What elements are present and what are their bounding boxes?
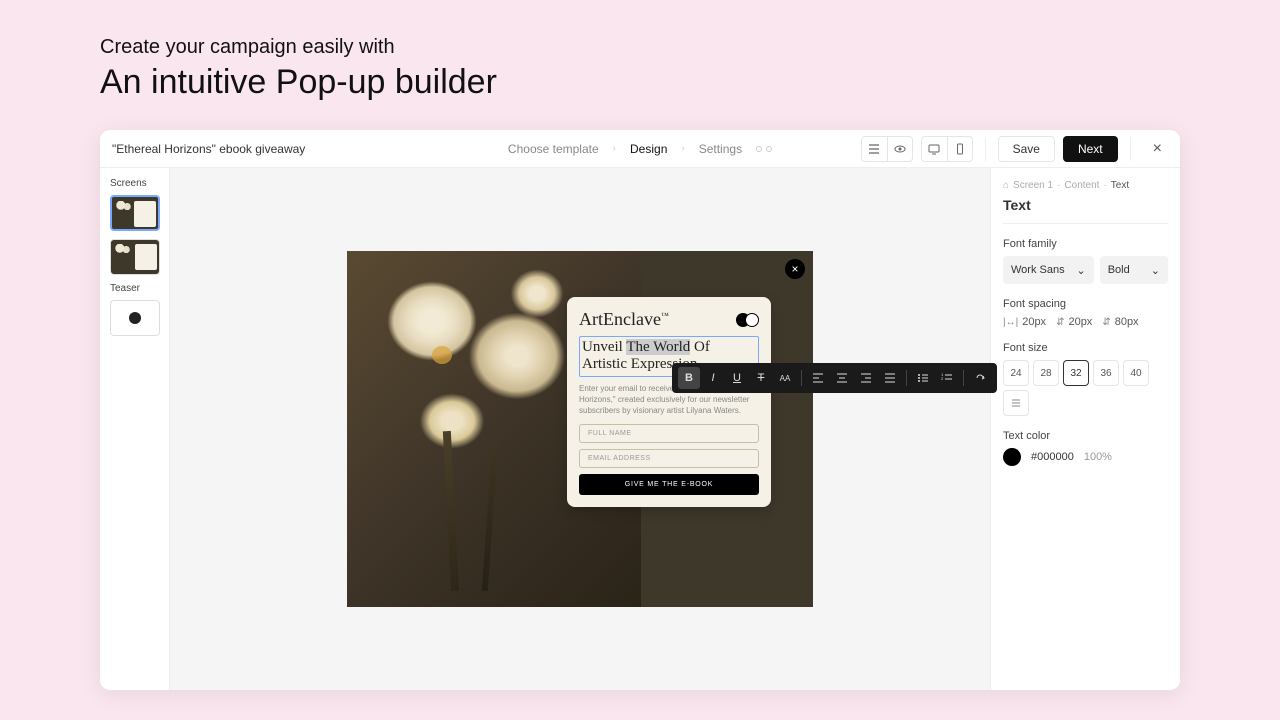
numbered-list-icon[interactable]: 12 bbox=[936, 367, 958, 389]
font-family-label: Font family bbox=[1003, 238, 1168, 250]
font-size-40[interactable]: 40 bbox=[1123, 360, 1149, 386]
teaser-label: Teaser bbox=[110, 283, 159, 294]
cta-button[interactable]: GIVE ME THE E-BOOK bbox=[579, 474, 759, 495]
letter-spacing-input[interactable]: |↔|20px bbox=[1003, 316, 1046, 328]
chevron-right-icon: › bbox=[613, 143, 616, 154]
inspector-panel: ⌂ Screen 1· Content· Text Text Font fami… bbox=[990, 168, 1180, 690]
paragraph-spacing-icon: ⇵ bbox=[1102, 317, 1110, 328]
email-input[interactable]: EMAIL ADDRESS bbox=[579, 449, 759, 468]
home-icon[interactable]: ⌂ bbox=[1003, 180, 1009, 191]
letter-spacing-icon: |↔| bbox=[1003, 317, 1018, 328]
chevron-right-icon: › bbox=[681, 143, 684, 154]
step-design[interactable]: Design bbox=[630, 142, 667, 156]
color-swatch[interactable] bbox=[1003, 448, 1021, 466]
font-size-36[interactable]: 36 bbox=[1093, 360, 1119, 386]
desktop-icon[interactable] bbox=[921, 136, 947, 162]
topbar: "Ethereal Horizons" ebook giveaway Choos… bbox=[100, 130, 1180, 168]
step-choose-template[interactable]: Choose template bbox=[508, 142, 599, 156]
campaign-name: "Ethereal Horizons" ebook giveaway bbox=[112, 142, 305, 156]
text-color-label: Text color bbox=[1003, 430, 1168, 442]
next-button[interactable]: Next bbox=[1063, 136, 1118, 162]
teaser-thumb[interactable] bbox=[110, 300, 160, 336]
breadcrumb: ⌂ Screen 1· Content· Text bbox=[1003, 180, 1168, 191]
line-height-icon: ⇵ bbox=[1056, 317, 1064, 328]
italic-icon[interactable]: I bbox=[702, 367, 724, 389]
font-size-label: Font size bbox=[1003, 342, 1168, 354]
font-size-group: 24 28 32 36 40 bbox=[1003, 360, 1168, 416]
screen-thumb-2[interactable] bbox=[110, 239, 160, 275]
font-size-24[interactable]: 24 bbox=[1003, 360, 1029, 386]
color-opacity[interactable]: 100% bbox=[1084, 451, 1112, 463]
chevron-down-icon: ⌄ bbox=[1151, 264, 1160, 277]
wizard-steps: Choose template › Design › Settings bbox=[508, 142, 772, 156]
align-justify-icon[interactable] bbox=[879, 367, 901, 389]
panel-title: Text bbox=[1003, 197, 1168, 224]
font-size-more-icon[interactable] bbox=[1003, 390, 1029, 416]
step-indicator-dots bbox=[756, 146, 772, 152]
step-settings[interactable]: Settings bbox=[699, 142, 742, 156]
brand-logo: ArtEnclave™ bbox=[579, 309, 669, 330]
hero-subtitle: Create your campaign easily with bbox=[100, 36, 1180, 59]
strikethrough-icon[interactable]: T bbox=[750, 367, 772, 389]
align-right-icon[interactable] bbox=[855, 367, 877, 389]
close-icon[interactable]: × bbox=[1147, 140, 1168, 158]
mobile-icon[interactable] bbox=[947, 136, 973, 162]
popup-card: ArtEnclave™ Unveil The World Of Artistic… bbox=[567, 297, 771, 507]
font-spacing-label: Font spacing bbox=[1003, 298, 1168, 310]
preview-icon[interactable] bbox=[887, 136, 913, 162]
paragraph-spacing-input[interactable]: ⇵80px bbox=[1102, 316, 1138, 328]
save-button[interactable]: Save bbox=[998, 136, 1055, 162]
app-window: "Ethereal Horizons" ebook giveaway Choos… bbox=[100, 130, 1180, 690]
brand-mark-icon bbox=[736, 313, 759, 327]
svg-text:2: 2 bbox=[941, 376, 944, 381]
canvas[interactable]: × ArtEnclave™ Unveil The World Of Artist… bbox=[170, 168, 990, 690]
redo-icon[interactable] bbox=[969, 367, 991, 389]
name-input[interactable]: FULL NAME bbox=[579, 424, 759, 443]
hero-title: An intuitive Pop-up builder bbox=[100, 63, 1180, 102]
align-left-icon[interactable] bbox=[807, 367, 829, 389]
list-view-icon[interactable] bbox=[861, 136, 887, 162]
font-size-28[interactable]: 28 bbox=[1033, 360, 1059, 386]
font-size-32[interactable]: 32 bbox=[1063, 360, 1089, 386]
underline-icon[interactable]: U bbox=[726, 367, 748, 389]
bold-icon[interactable]: B bbox=[678, 367, 700, 389]
text-toolbar: B I U T AA 12 bbox=[672, 363, 997, 393]
screen-thumb-1[interactable] bbox=[110, 195, 160, 231]
popup-close-icon[interactable]: × bbox=[785, 259, 805, 279]
font-weight-select[interactable]: Bold⌄ bbox=[1100, 256, 1168, 284]
chevron-down-icon: ⌄ bbox=[1076, 264, 1085, 277]
color-hex[interactable]: #000000 bbox=[1031, 451, 1074, 463]
bullet-list-icon[interactable] bbox=[912, 367, 934, 389]
line-height-input[interactable]: ⇵20px bbox=[1056, 316, 1092, 328]
align-center-icon[interactable] bbox=[831, 367, 853, 389]
sidebar: Screens Teaser bbox=[100, 168, 170, 690]
popup-preview: × ArtEnclave™ Unveil The World Of Artist… bbox=[347, 251, 813, 607]
screens-label: Screens bbox=[110, 178, 159, 189]
text-case-icon[interactable]: AA bbox=[774, 367, 796, 389]
font-family-select[interactable]: Work Sans⌄ bbox=[1003, 256, 1094, 284]
